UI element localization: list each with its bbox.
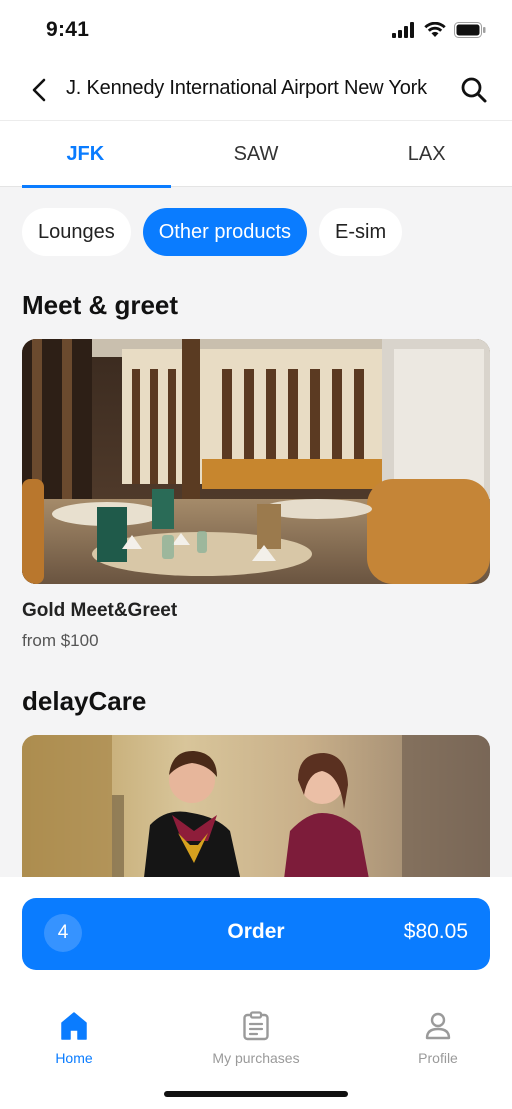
- order-total: $80.05: [403, 920, 468, 943]
- nav-label-profile: Profile: [418, 1050, 458, 1066]
- home-icon: [60, 1006, 88, 1046]
- product-name[interactable]: Gold Meet&Greet: [22, 600, 177, 622]
- flight-attendants-photo: [22, 735, 490, 895]
- meet-greet-card-image[interactable]: [22, 339, 490, 584]
- delaycare-card-image[interactable]: [22, 735, 490, 895]
- section-title-meet-greet: Meet & greet: [22, 290, 179, 320]
- header: J. Kennedy International Airport New Yor…: [0, 60, 512, 120]
- restaurant-photo: [22, 339, 490, 584]
- status-bar: 9:41: [0, 0, 512, 60]
- wifi-icon: [424, 22, 446, 37]
- search-button[interactable]: [458, 74, 490, 106]
- nav-item-my-purchases[interactable]: My purchases: [201, 1000, 311, 1070]
- chip-other-products[interactable]: Other products: [142, 208, 308, 256]
- nav-label-my-purchases: My purchases: [212, 1050, 300, 1066]
- nav-item-profile[interactable]: Profile: [396, 1000, 480, 1070]
- home-indicator: [164, 1091, 348, 1097]
- bottom-navigation: Home My purchases Profile: [0, 1000, 512, 1070]
- user-icon: [424, 1006, 452, 1046]
- page-title: J. Kennedy International Airport New Yor…: [66, 77, 427, 99]
- product-price: from $100: [22, 631, 99, 650]
- tab-saw[interactable]: SAW: [171, 121, 342, 187]
- status-time: 9:41: [46, 18, 90, 41]
- back-button[interactable]: [28, 76, 50, 104]
- order-button[interactable]: 4 Order $80.05: [22, 898, 490, 970]
- chevron-left-icon: [32, 78, 46, 102]
- chip-e-sim[interactable]: E-sim: [319, 208, 403, 256]
- status-icons: [392, 22, 486, 38]
- nav-item-home[interactable]: Home: [32, 1000, 116, 1070]
- clipboard-icon: [242, 1006, 270, 1046]
- chip-lounges[interactable]: Lounges: [22, 208, 131, 256]
- tab-jfk[interactable]: JFK: [0, 121, 171, 188]
- section-title-delaycare: delayCare: [22, 686, 147, 716]
- nav-label-home: Home: [55, 1050, 93, 1066]
- signal-icon: [392, 22, 414, 38]
- category-chips: Lounges Other products E-sim: [22, 208, 403, 256]
- search-icon: [461, 77, 487, 103]
- battery-icon: [454, 22, 486, 38]
- airport-tabs: JFK SAW LAX: [0, 120, 512, 188]
- tab-lax[interactable]: LAX: [341, 121, 512, 187]
